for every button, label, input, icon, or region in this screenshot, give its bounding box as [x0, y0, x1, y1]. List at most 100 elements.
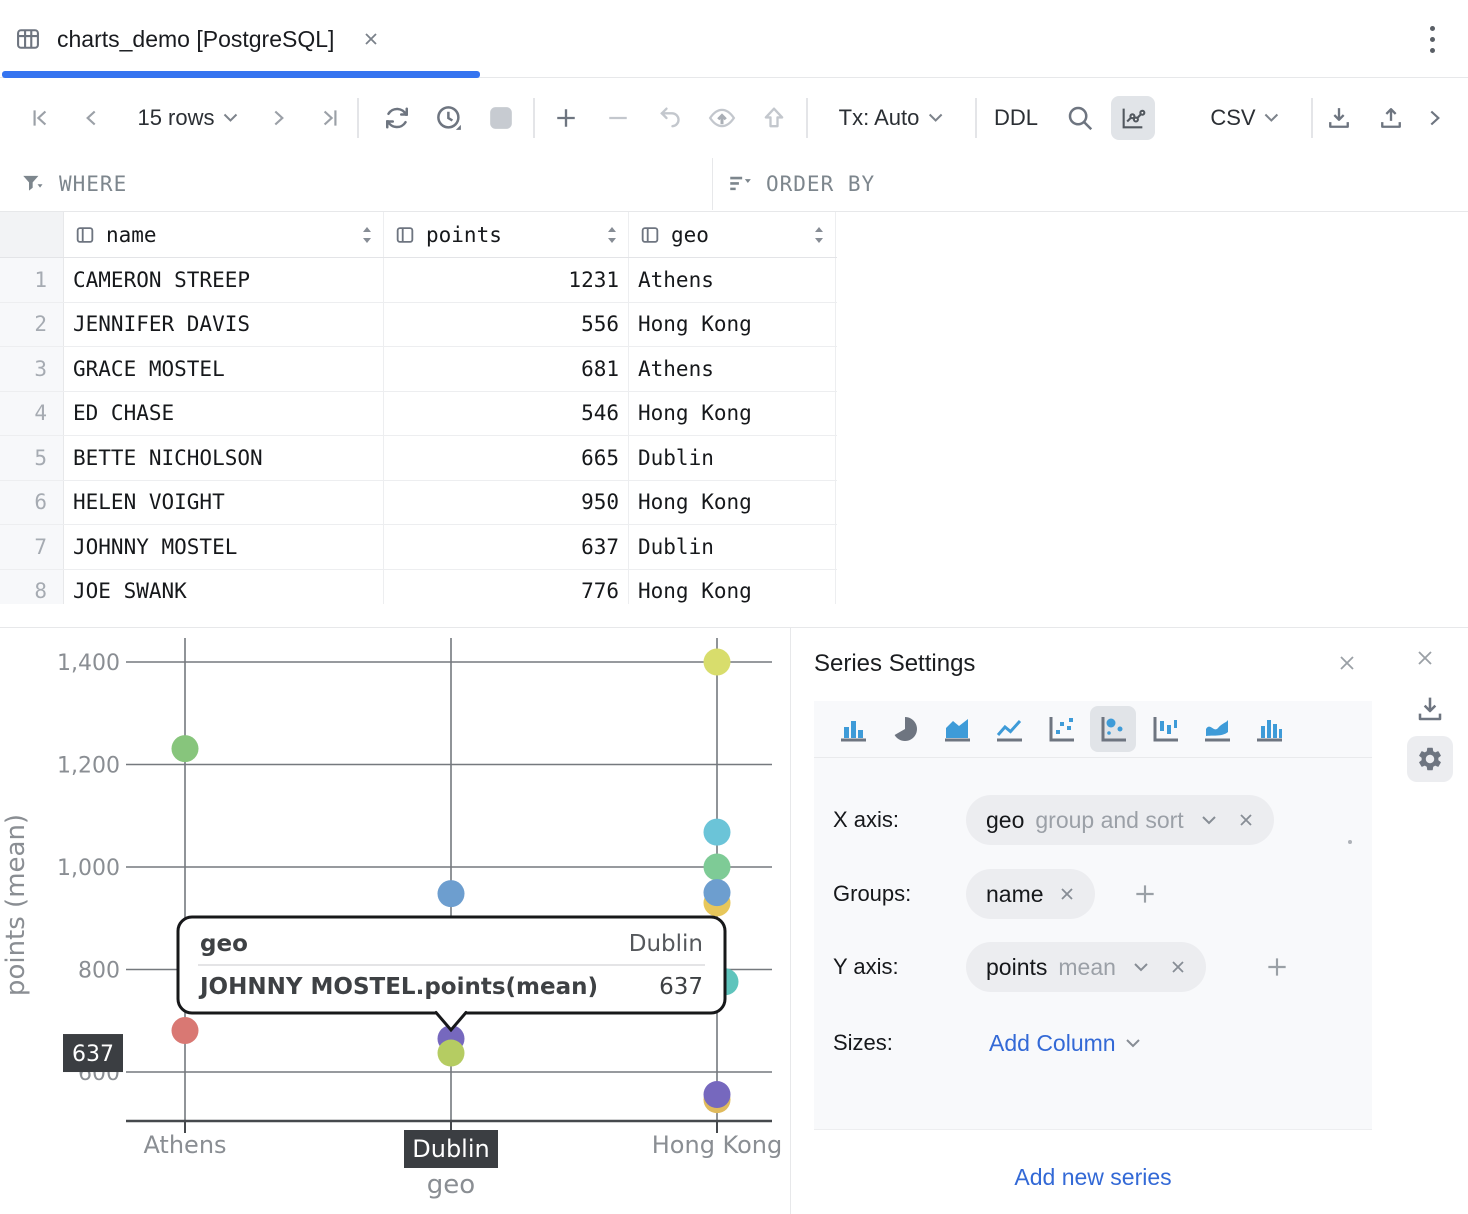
chart-type-scatter-chart[interactable] — [1046, 714, 1076, 744]
order-by-field[interactable]: ORDER BY — [727, 156, 875, 212]
first-page-button[interactable] — [27, 105, 53, 131]
close-series-settings-icon[interactable] — [1334, 650, 1360, 676]
remove-column-icon[interactable] — [1059, 886, 1075, 902]
cell-name[interactable]: JOHNNY MOSTEL — [64, 525, 384, 569]
table-row[interactable]: 4ED CHASE546Hong Kong — [0, 392, 837, 437]
table-row[interactable]: 5BETTE NICHOLSON665Dublin — [0, 436, 837, 481]
sizes-add-column-button[interactable]: Add Column — [989, 1030, 1141, 1057]
x-axis-column-pill[interactable]: geo group and sort — [966, 795, 1274, 845]
cell-geo[interactable]: Hong Kong — [629, 481, 836, 525]
table-row[interactable]: 3GRACE MOSTEL681Athens — [0, 347, 837, 392]
column-header-points[interactable]: points — [384, 212, 629, 257]
more-toolbar-actions-icon[interactable] — [1421, 105, 1447, 131]
chart-canvas[interactable]: 6008001,0001,2001,400points (mean)637Ath… — [0, 630, 790, 1214]
chart-type-pie-chart[interactable] — [890, 714, 920, 744]
close-icon[interactable] — [361, 29, 381, 49]
cell-name[interactable]: GRACE MOSTEL — [64, 347, 384, 391]
cell-geo[interactable]: Dublin — [629, 525, 836, 569]
scatter-point[interactable] — [704, 854, 731, 881]
cell-points[interactable]: 637 — [384, 525, 629, 569]
more-options-icon[interactable] — [1424, 18, 1440, 60]
cell-points[interactable]: 776 — [384, 570, 629, 605]
cell-geo[interactable]: Athens — [629, 347, 836, 391]
chart-type-line-chart[interactable] — [994, 714, 1024, 744]
cell-points[interactable]: 665 — [384, 436, 629, 480]
cell-points[interactable]: 681 — [384, 347, 629, 391]
cell-name[interactable]: JOE SWANK — [64, 570, 384, 605]
cell-geo[interactable]: Athens — [629, 258, 836, 302]
cell-name[interactable]: ED CHASE — [64, 392, 384, 436]
scatter-point[interactable] — [172, 735, 199, 762]
stop-button[interactable] — [488, 105, 514, 131]
table-row[interactable]: 7JOHNNY MOSTEL637Dublin — [0, 525, 837, 570]
filter-divider — [712, 158, 713, 210]
cell-geo[interactable]: Dublin — [629, 436, 836, 480]
search-icon[interactable] — [1065, 103, 1095, 133]
next-page-button[interactable] — [265, 105, 291, 131]
close-chart-panel-icon[interactable] — [1412, 645, 1438, 671]
sort-toggle-icon[interactable] — [606, 226, 618, 244]
table-row[interactable]: 2JENNIFER DAVIS556Hong Kong — [0, 303, 837, 348]
scatter-point[interactable] — [438, 880, 465, 907]
delete-row-button[interactable] — [604, 104, 632, 132]
y-axis-column-pill[interactable]: points mean — [966, 942, 1206, 992]
cell-name[interactable]: HELEN VOIGHT — [64, 481, 384, 525]
add-row-button[interactable] — [552, 104, 580, 132]
chart-type-bar-chart[interactable] — [838, 714, 868, 744]
chart-type-stream-chart[interactable] — [1202, 714, 1232, 744]
page-size-selector[interactable]: 15 rows — [137, 105, 238, 131]
ddl-button[interactable]: DDL — [994, 105, 1038, 131]
scatter-point[interactable] — [438, 1040, 465, 1067]
transaction-mode-selector[interactable]: Tx: Auto — [839, 105, 944, 131]
chart-type-area-chart[interactable] — [942, 714, 972, 744]
remove-column-icon[interactable] — [1238, 812, 1254, 828]
add-group-column-icon[interactable] — [1130, 879, 1160, 909]
preview-changes-icon[interactable] — [707, 103, 737, 133]
chevron-down-icon[interactable] — [1201, 815, 1217, 825]
where-filter-field[interactable]: WHERE — [20, 156, 127, 212]
export-format-selector[interactable]: CSV — [1210, 105, 1279, 131]
cell-points[interactable]: 546 — [384, 392, 629, 436]
table-row[interactable]: 6HELEN VOIGHT950Hong Kong — [0, 481, 837, 526]
table-row[interactable]: 8JOE SWANK776Hong Kong — [0, 570, 837, 605]
sort-toggle-icon[interactable] — [361, 226, 373, 244]
execution-timer-icon[interactable] — [434, 103, 464, 133]
scatter-point[interactable] — [704, 649, 731, 676]
sort-toggle-icon[interactable] — [813, 226, 825, 244]
add-new-series-button[interactable]: Add new series — [791, 1164, 1395, 1191]
cell-name[interactable]: BETTE NICHOLSON — [64, 436, 384, 480]
scatter-point[interactable] — [704, 1081, 731, 1108]
refresh-icon[interactable] — [382, 103, 412, 133]
export-data-icon[interactable] — [1325, 104, 1353, 132]
previous-page-button[interactable] — [79, 105, 105, 131]
chart-settings-button[interactable] — [1407, 736, 1453, 782]
cell-points[interactable]: 1231 — [384, 258, 629, 302]
add-y-axis-column-icon[interactable] — [1262, 952, 1292, 982]
submit-changes-icon[interactable] — [760, 104, 788, 132]
chart-type-bubble-chart[interactable] — [1098, 714, 1128, 744]
cell-geo[interactable]: Hong Kong — [629, 392, 836, 436]
cell-name[interactable]: CAMERON STREEP — [64, 258, 384, 302]
chart-type-range-column-chart[interactable] — [1150, 714, 1180, 744]
cell-points[interactable]: 950 — [384, 481, 629, 525]
scatter-point[interactable] — [704, 819, 731, 846]
column-header-geo[interactable]: geo — [629, 212, 836, 257]
groups-column-pill[interactable]: name — [966, 869, 1095, 919]
cell-name[interactable]: JENNIFER DAVIS — [64, 303, 384, 347]
remove-column-icon[interactable] — [1170, 959, 1186, 975]
cell-geo[interactable]: Hong Kong — [629, 570, 836, 605]
last-page-button[interactable] — [317, 105, 343, 131]
chevron-down-icon[interactable] — [1133, 962, 1149, 972]
column-header-name[interactable]: name — [64, 212, 384, 257]
save-chart-icon[interactable] — [1414, 693, 1446, 730]
scatter-point[interactable] — [172, 1017, 199, 1044]
table-row[interactable]: 1CAMERON STREEP1231Athens — [0, 258, 837, 303]
scatter-point[interactable] — [704, 879, 731, 906]
cell-points[interactable]: 556 — [384, 303, 629, 347]
chart-type-column-chart[interactable] — [1254, 714, 1284, 744]
import-data-icon[interactable] — [1377, 104, 1405, 132]
cell-geo[interactable]: Hong Kong — [629, 303, 836, 347]
chart-view-toggle[interactable] — [1111, 96, 1155, 140]
revert-changes-icon[interactable] — [656, 104, 684, 132]
tab-charts-demo[interactable]: charts_demo [PostgreSQL] — [14, 0, 381, 78]
